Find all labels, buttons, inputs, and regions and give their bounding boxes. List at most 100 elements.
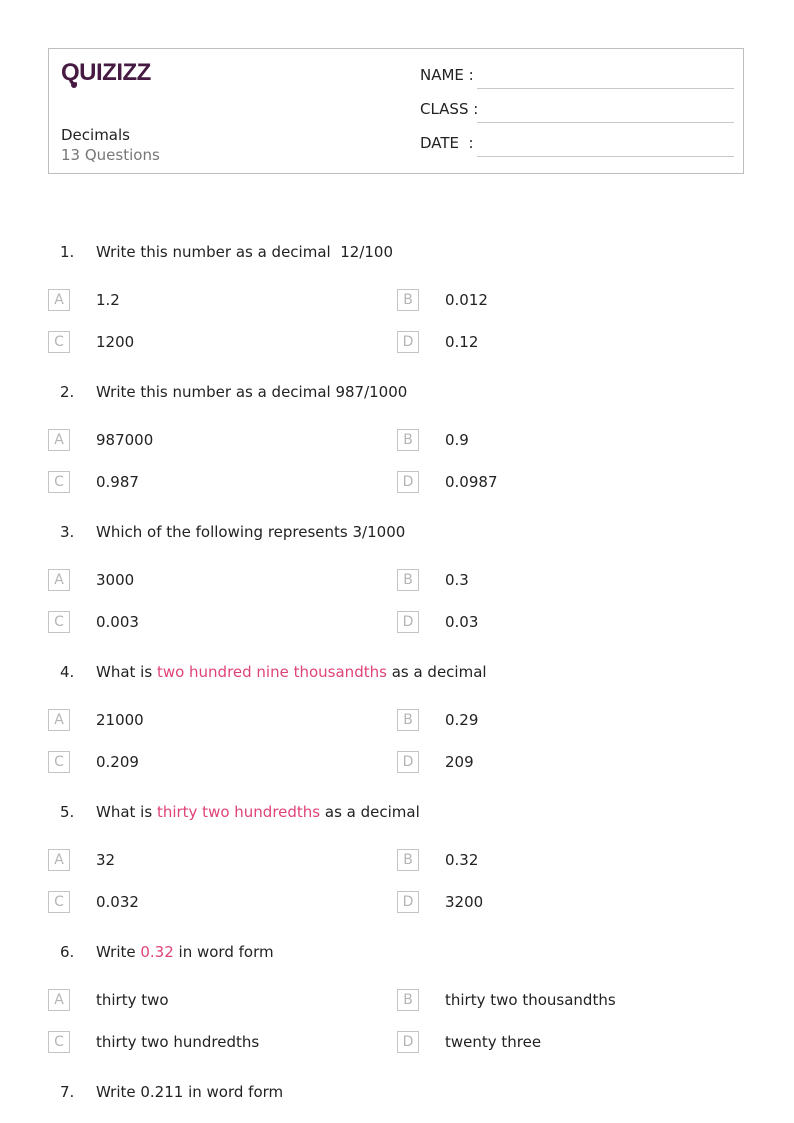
option-text: 21000 <box>96 711 144 729</box>
option-letter-box[interactable]: B <box>397 569 419 591</box>
question-number: 4. <box>60 663 75 681</box>
answer-option-a[interactable]: A 32 <box>48 849 348 873</box>
option-text: 0.032 <box>96 893 139 911</box>
option-letter-box[interactable]: C <box>48 611 70 633</box>
option-letter-box[interactable]: C <box>48 1031 70 1053</box>
option-letter-box[interactable]: C <box>48 471 70 493</box>
question-count: 13 Questions <box>61 146 160 164</box>
answer-option-b[interactable]: Bthirty two thousandths <box>397 989 697 1013</box>
question-text: Write this number as a decimal 987/1000 <box>96 382 407 402</box>
option-letter-box[interactable]: D <box>397 611 419 633</box>
option-text: 1.2 <box>96 291 120 309</box>
option-letter-box[interactable]: C <box>48 331 70 353</box>
question-number: 1. <box>60 243 75 261</box>
option-letter-box[interactable]: B <box>397 989 419 1011</box>
answer-option-b[interactable]: B 0.29 <box>397 709 697 733</box>
option-letter-box[interactable]: A <box>48 429 70 451</box>
logo-rest: UIZIZZ <box>79 59 151 86</box>
question-text-part: What is <box>96 803 157 821</box>
name-label: NAME : <box>420 66 474 84</box>
option-text: 0.003 <box>96 613 139 631</box>
question-text-part: in word form <box>173 943 274 961</box>
question-text: Write this number as a decimal 12/100 <box>96 242 393 262</box>
option-letter-box[interactable]: B <box>397 289 419 311</box>
option-text: 209 <box>445 753 474 771</box>
question-text-part: Write this number as a decimal 987/1000 <box>96 383 408 401</box>
class-input-line[interactable] <box>477 122 734 123</box>
logo-q-glyph: Q <box>61 59 80 88</box>
answer-option-a[interactable]: A 3000 <box>48 569 348 593</box>
option-letter-box[interactable]: A <box>48 989 70 1011</box>
option-text: 0.12 <box>445 333 479 351</box>
question-number: 3. <box>60 523 75 541</box>
option-text: 3000 <box>96 571 135 589</box>
answer-option-c[interactable]: C 0.003 <box>48 611 348 635</box>
option-letter-box[interactable]: D <box>397 751 419 773</box>
answer-option-d[interactable]: D 0.03 <box>397 611 697 635</box>
option-letter-box[interactable]: A <box>48 849 70 871</box>
option-letter-box[interactable]: A <box>48 289 70 311</box>
answer-option-d[interactable]: D 0.12 <box>397 331 697 355</box>
question-text-part: Write this number as a decimal 12/100 <box>96 243 393 261</box>
option-letter-box[interactable]: A <box>48 569 70 591</box>
option-letter-box[interactable]: B <box>397 709 419 731</box>
worksheet-header: QUIZIZZ Decimals 13 Questions NAME : CLA… <box>48 48 744 174</box>
answer-option-d[interactable]: D 209 <box>397 751 697 775</box>
option-letter-box[interactable]: D <box>397 331 419 353</box>
option-text: 0.9 <box>445 431 469 449</box>
option-text: 0.29 <box>445 711 479 729</box>
answer-option-c[interactable]: C 0.209 <box>48 751 348 775</box>
answer-option-a[interactable]: A 21000 <box>48 709 348 733</box>
answer-option-a[interactable]: Athirty two <box>48 989 348 1013</box>
name-input-line[interactable] <box>477 88 734 89</box>
date-field[interactable]: DATE : <box>420 131 734 157</box>
date-label: DATE : <box>420 134 474 152</box>
question-text: What is thirty two hundredths as a decim… <box>96 802 420 822</box>
option-letter-box[interactable]: C <box>48 891 70 913</box>
answer-option-b[interactable]: B 0.012 <box>397 289 697 313</box>
answer-option-b[interactable]: B 0.3 <box>397 569 697 593</box>
quizizz-logo: QUIZIZZ <box>61 59 151 88</box>
highlighted-term: thirty two hundredths <box>156 803 321 821</box>
option-text: twenty three <box>445 1033 542 1051</box>
name-field[interactable]: NAME : <box>420 63 734 89</box>
answer-option-c[interactable]: C 0.032 <box>48 891 348 915</box>
answer-option-b[interactable]: B 0.9 <box>397 429 697 453</box>
option-letter-box[interactable]: D <box>397 891 419 913</box>
option-letter-box[interactable]: D <box>397 471 419 493</box>
answer-option-b[interactable]: B 0.32 <box>397 849 697 873</box>
question-number: 5. <box>60 803 75 821</box>
answer-option-c[interactable]: C 1200 <box>48 331 348 355</box>
question-number: 7. <box>60 1083 75 1101</box>
answer-option-c[interactable]: Cthirty two hundredths <box>48 1031 348 1055</box>
option-letter-box[interactable]: B <box>397 849 419 871</box>
option-text: 0.3 <box>445 571 469 589</box>
class-field[interactable]: CLASS : <box>420 97 734 123</box>
option-text: 3200 <box>445 893 484 911</box>
question-text-part: Which of the following represents 3/1000 <box>96 523 406 541</box>
answer-option-d[interactable]: Dtwenty three <box>397 1031 697 1055</box>
option-text: 0.987 <box>96 473 139 491</box>
answer-option-a[interactable]: A 987000 <box>48 429 348 453</box>
option-letter-box[interactable]: A <box>48 709 70 731</box>
option-letter-box[interactable]: B <box>397 429 419 451</box>
highlighted-term: 0.32 <box>140 943 174 961</box>
question-text: Write 0.211 in word form <box>96 1082 283 1102</box>
answer-option-d[interactable]: D 0.0987 <box>397 471 697 495</box>
question-text-part: as a decimal <box>386 663 487 681</box>
question-text: What is two hundred nine thousandths as … <box>96 662 487 682</box>
question-text-part: Write 0.211 in word form <box>96 1083 284 1101</box>
option-letter-box[interactable]: D <box>397 1031 419 1053</box>
option-letter-box[interactable]: C <box>48 751 70 773</box>
question-text-part: as a decimal <box>320 803 420 821</box>
question-text-part: Write <box>96 943 141 961</box>
question-text: Write 0.32 in word form <box>96 942 274 962</box>
date-input-line[interactable] <box>477 156 734 157</box>
option-text: thirty two <box>96 991 169 1009</box>
answer-option-a[interactable]: A 1.2 <box>48 289 348 313</box>
option-text: 0.012 <box>445 291 488 309</box>
question-number: 6. <box>60 943 75 961</box>
answer-option-c[interactable]: C 0.987 <box>48 471 348 495</box>
option-text: thirty two hundredths <box>96 1033 260 1051</box>
answer-option-d[interactable]: D 3200 <box>397 891 697 915</box>
